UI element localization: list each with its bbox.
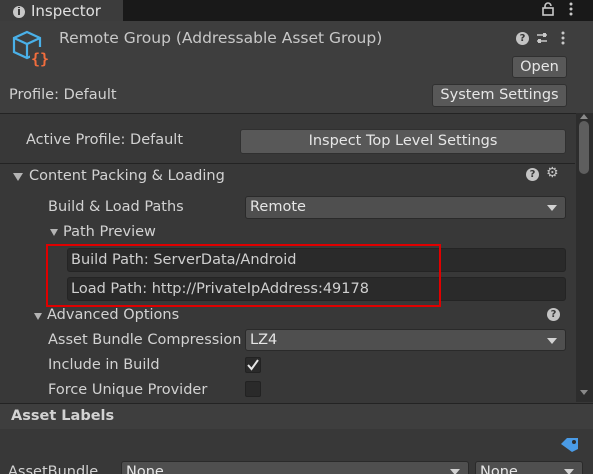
scrollbar-thumb[interactable]: [579, 121, 589, 174]
build-load-paths-value: Remote: [250, 199, 306, 215]
scroll-up-arrow[interactable]: [580, 114, 588, 119]
advanced-options-title[interactable]: Advanced Options: [47, 307, 179, 323]
build-load-paths-dropdown[interactable]: Remote: [245, 196, 566, 219]
highlight-box: [46, 244, 441, 307]
help-icon[interactable]: ?: [516, 32, 529, 45]
open-button[interactable]: Open: [512, 56, 567, 78]
addressable-group-icon: {}: [12, 30, 50, 70]
active-profile-label: Active Profile: Default: [26, 132, 184, 148]
compression-dropdown[interactable]: LZ4: [245, 329, 566, 351]
system-settings-button[interactable]: System Settings: [432, 84, 567, 107]
inspect-top-level-settings-button[interactable]: Inspect Top Level Settings: [240, 129, 566, 154]
tab-label: Inspector: [31, 2, 101, 20]
asset-bundle-dropdown[interactable]: None: [121, 461, 469, 474]
svg-text:{}: {}: [31, 50, 49, 68]
asset-bundle-label: AssetBundle: [8, 464, 99, 474]
path-preview-foldout-arrow[interactable]: [50, 229, 58, 236]
profile-label: Profile: Default: [9, 87, 117, 103]
advanced-options-help-icon[interactable]: ?: [547, 308, 560, 321]
compression-label: Asset Bundle Compression: [48, 332, 242, 348]
info-icon: [13, 6, 25, 18]
checkmark-icon: [247, 359, 259, 371]
asset-bundle-value: None: [126, 464, 164, 474]
path-preview-label[interactable]: Path Preview: [63, 224, 156, 240]
asset-bundle-variant-value: None: [480, 464, 518, 474]
header-divider: [0, 113, 593, 114]
force-unique-provider-label: Force Unique Provider: [48, 382, 208, 398]
build-load-paths-label: Build & Load Paths: [48, 199, 184, 215]
include-in-build-checkbox[interactable]: [245, 357, 261, 373]
content-packing-section-title[interactable]: Content Packing & Loading: [29, 168, 225, 184]
force-unique-provider-checkbox[interactable]: [245, 381, 261, 397]
more-menu-icon[interactable]: [568, 2, 574, 16]
chevron-down-icon: [547, 205, 557, 211]
preset-icon[interactable]: [535, 31, 549, 49]
tab-inspector[interactable]: Inspector: [0, 0, 123, 21]
compression-value: LZ4: [250, 332, 278, 348]
include-in-build-label: Include in Build: [48, 357, 160, 373]
asset-bundle-variant-dropdown[interactable]: None: [475, 461, 583, 474]
page-title: Remote Group (Addressable Asset Group): [59, 29, 383, 47]
chevron-down-icon: [547, 338, 557, 344]
lock-icon[interactable]: [542, 2, 554, 16]
header-menu-icon[interactable]: [560, 31, 566, 49]
advanced-options-foldout-arrow[interactable]: [34, 313, 42, 320]
tag-icon[interactable]: [559, 436, 581, 458]
content-packing-foldout-arrow[interactable]: [13, 173, 23, 181]
chevron-down-icon: [564, 469, 574, 474]
content-packing-gear-icon[interactable]: ⚙: [546, 165, 559, 181]
scroll-down-arrow[interactable]: [580, 390, 588, 395]
chevron-down-icon: [450, 469, 460, 474]
content-packing-help-icon[interactable]: ?: [526, 168, 539, 181]
section-divider: [0, 163, 575, 164]
asset-labels-title: Asset Labels: [11, 408, 115, 424]
